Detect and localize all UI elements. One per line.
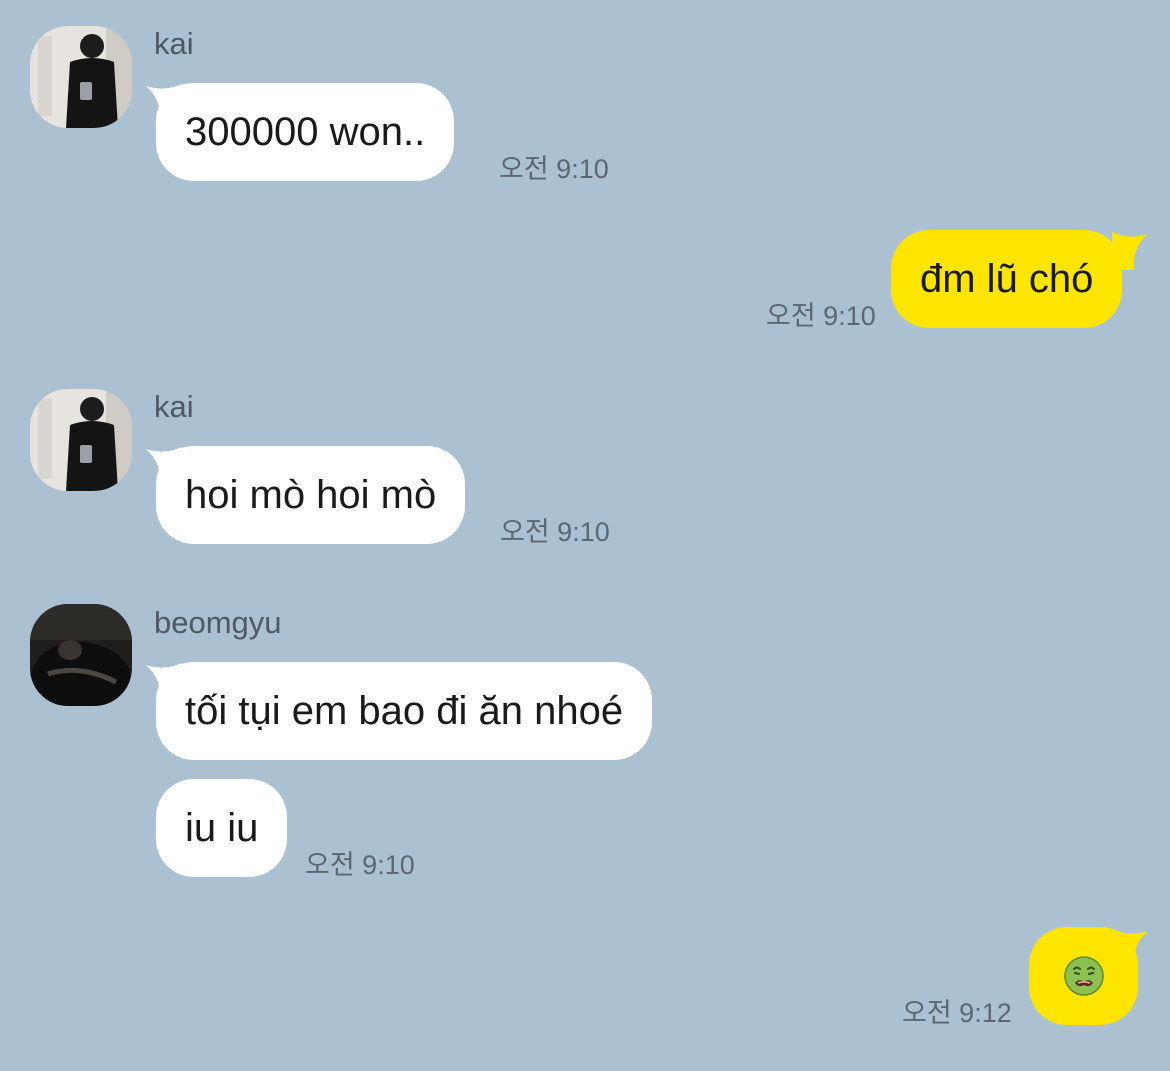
message-timestamp: 오전 9:10 <box>766 301 876 331</box>
message-timestamp: 오전 9:10 <box>305 850 415 880</box>
emoji-bubble[interactable] <box>1029 927 1138 1025</box>
message-timestamp: 오전 9:12 <box>902 998 1012 1028</box>
message-bubble[interactable]: hoi mò hoi mò <box>156 446 466 544</box>
message-bubble[interactable]: tối tụi em bao đi ăn nhoé <box>156 662 653 760</box>
sender-name: beomgyu <box>154 605 282 640</box>
sender-name: kai <box>154 26 194 61</box>
sender-name: kai <box>154 389 194 424</box>
message-bubble[interactable]: đm lũ chó <box>891 230 1123 328</box>
avatar-kai[interactable] <box>30 389 132 491</box>
avatar-kai[interactable] <box>30 26 132 128</box>
message-bubble[interactable]: iu iu <box>156 779 288 877</box>
message-bubble[interactable]: 300000 won.. <box>156 83 455 181</box>
avatar-beomgyu[interactable] <box>30 604 132 706</box>
message-timestamp: 오전 9:10 <box>500 517 610 547</box>
nauseated-face-icon <box>1063 956 1104 996</box>
message-timestamp: 오전 9:10 <box>499 154 609 184</box>
